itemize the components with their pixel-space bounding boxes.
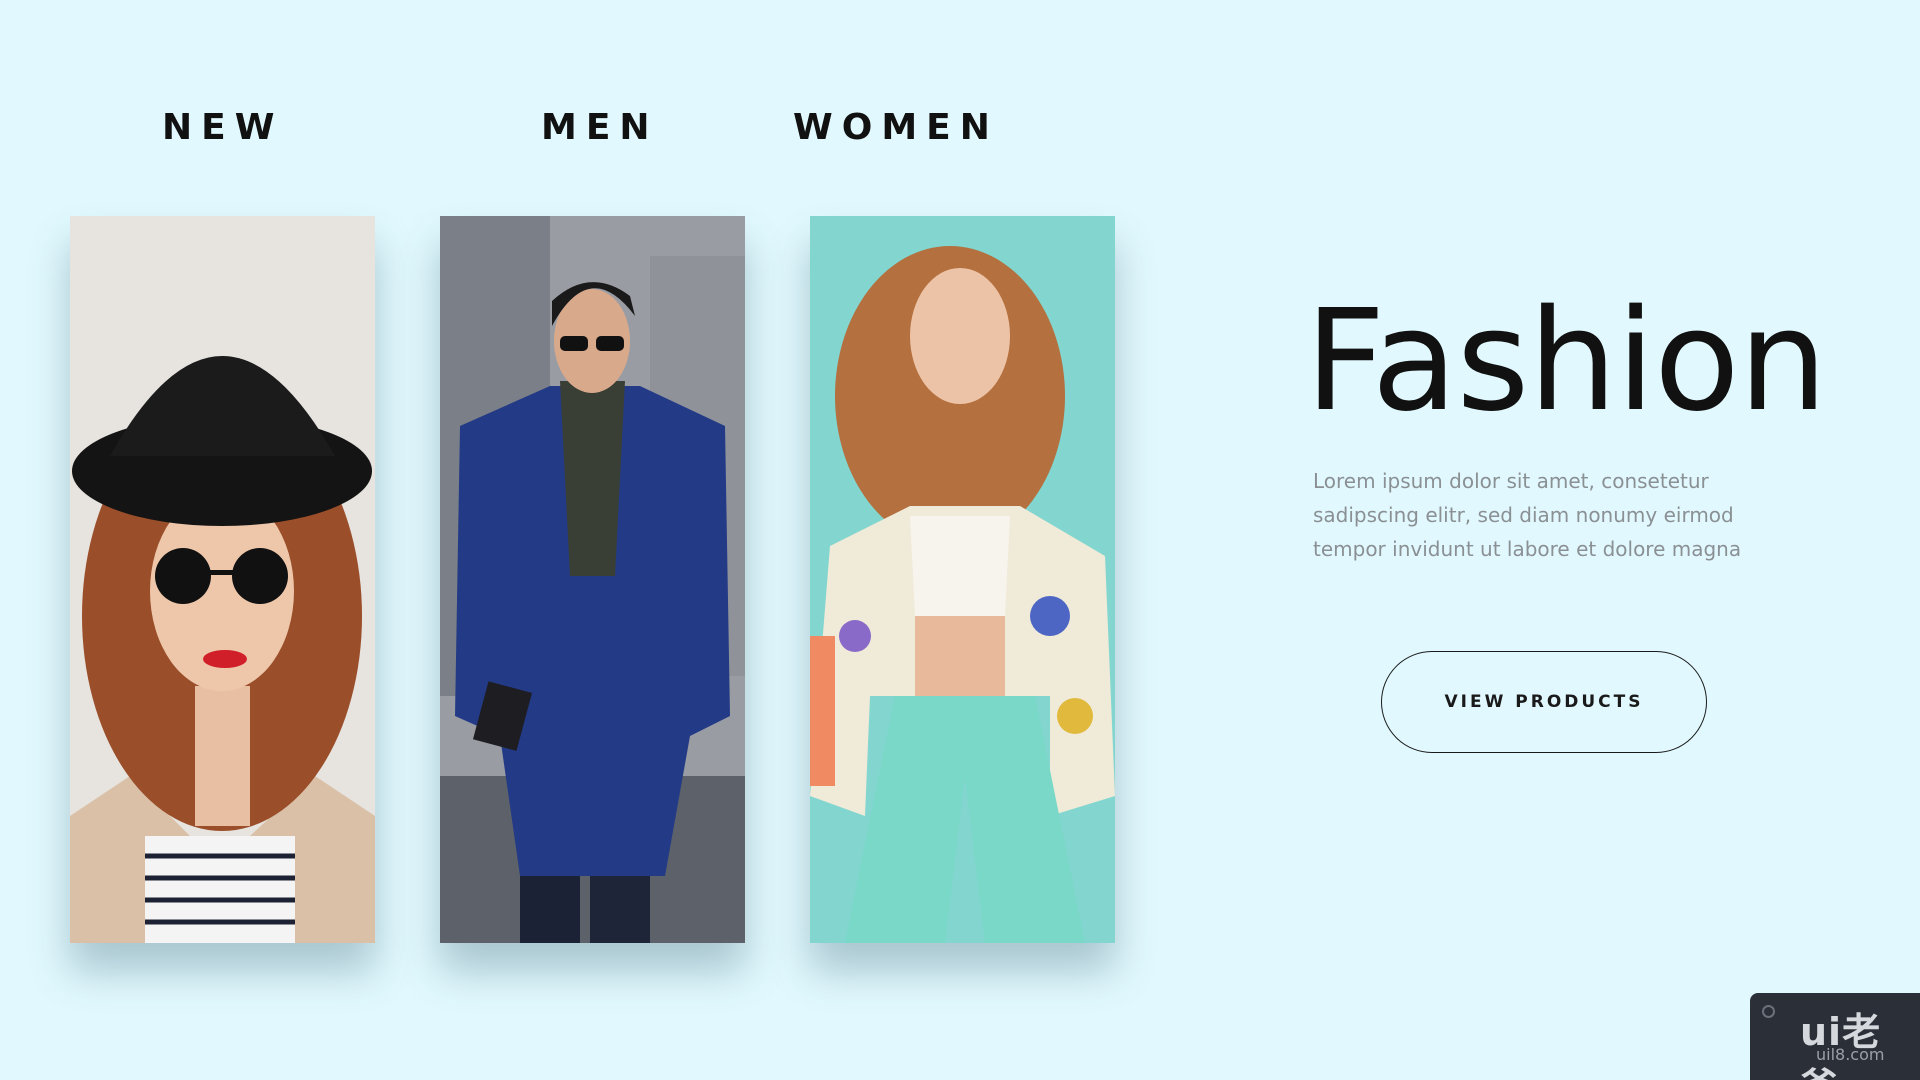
woman-floral-jacket-photo — [810, 216, 1115, 943]
product-card-men[interactable] — [440, 216, 745, 943]
hero-title: Fashion — [1305, 280, 1827, 443]
nav-item-men[interactable]: MEN — [541, 104, 659, 152]
woman-hat-sunglasses-photo — [70, 216, 375, 943]
nav-item-women[interactable]: WOMEN — [793, 104, 999, 152]
product-card-new[interactable] — [70, 216, 375, 943]
watermark-logo: ui老爸 — [1800, 1010, 1882, 1080]
page: NEW MEN WOMEN Fashion Lorem ipsum dolor … — [0, 0, 1920, 1080]
view-products-button[interactable]: VIEW PRODUCTS — [1381, 651, 1707, 753]
hero-description: Lorem ipsum dolor sit amet, consetetur s… — [1313, 469, 1742, 561]
watermark-dot-icon — [1762, 1005, 1775, 1018]
product-card-women[interactable] — [810, 216, 1115, 943]
nav-item-new[interactable]: NEW — [162, 104, 283, 152]
man-blue-coat-photo — [440, 216, 745, 943]
watermark-badge: ui老爸 uil8.com — [1750, 993, 1920, 1080]
watermark-url: uil8.com — [1816, 1045, 1885, 1064]
